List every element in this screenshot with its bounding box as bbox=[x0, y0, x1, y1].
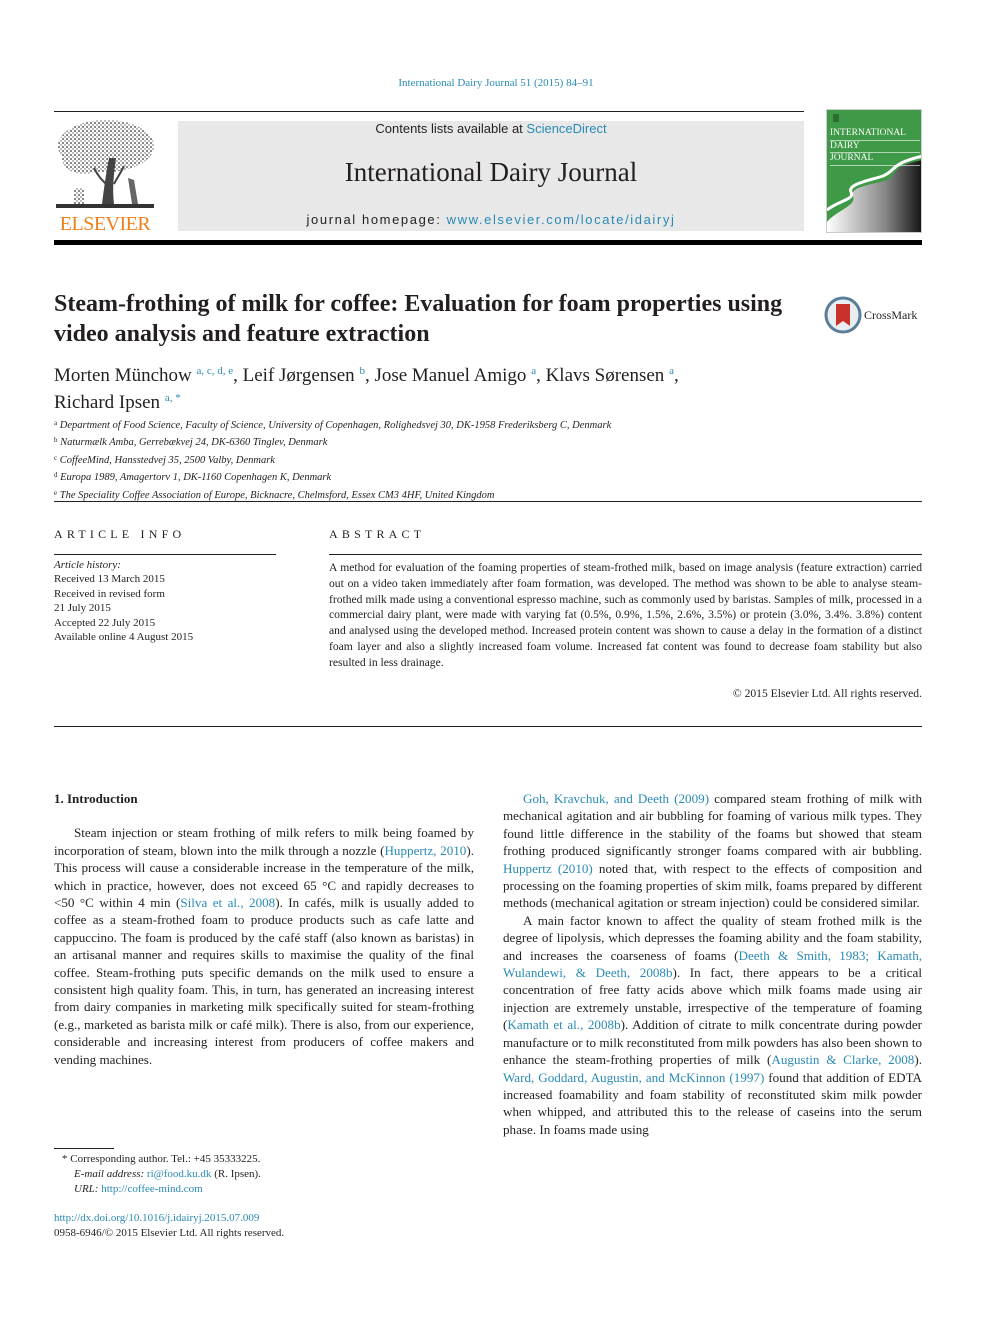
affiliation-key: e bbox=[54, 488, 58, 497]
crossmark-button[interactable]: CrossMark bbox=[824, 296, 924, 336]
author-name: Richard Ipsen bbox=[54, 392, 161, 413]
author-name: Morten Münchow bbox=[54, 365, 192, 386]
affiliation: b Naturmælk Amba, Gerrebækvej 24, DK-636… bbox=[54, 433, 924, 450]
history-entry: Accepted 22 July 2015 bbox=[54, 616, 156, 629]
author-affiliation-marks[interactable]: a, c, d, e bbox=[196, 365, 233, 377]
abstract-text: A method for evaluation of the foaming p… bbox=[329, 561, 922, 669]
affiliation: a Department of Food Science, Faculty of… bbox=[54, 416, 924, 433]
author[interactable]: Morten Münchow a, c, d, e bbox=[54, 365, 233, 386]
citation-link[interactable]: Huppertz, 2010 bbox=[384, 843, 466, 858]
history-entry: Available online 4 August 2015 bbox=[54, 631, 194, 644]
affiliation-list: a Department of Food Science, Faculty of… bbox=[54, 416, 924, 503]
citation-link[interactable]: Kamath et al., 2008b bbox=[507, 1017, 620, 1032]
masthead-rule-top bbox=[54, 111, 804, 112]
homepage-link[interactable]: www.elsevier.com/locate/idairyj bbox=[447, 212, 676, 227]
history-entry: 21 July 2015 bbox=[54, 602, 111, 615]
journal-name: International Dairy Journal bbox=[344, 157, 638, 187]
article-info-heading: ARTICLE INFO bbox=[54, 527, 186, 541]
email-note: E-mail address: ri@food.ku.dk (R. Ipsen)… bbox=[62, 1167, 462, 1182]
journal-cover-thumbnail[interactable]: INTERNATIONAL DAIRY JOURNAL bbox=[826, 109, 922, 233]
text-run: ). In cafés, milk is usually added to co… bbox=[54, 895, 474, 1067]
citation-link[interactable]: Augustin & Clarke, 2008 bbox=[771, 1052, 914, 1067]
elsevier-wordmark: ELSEVIER bbox=[59, 213, 151, 235]
affiliation-key: b bbox=[54, 436, 58, 445]
affiliation-key: d bbox=[54, 471, 58, 480]
url-label: URL: bbox=[74, 1183, 99, 1195]
author-affiliation-marks[interactable]: a, * bbox=[165, 392, 181, 404]
article-history: Article history: Received 13 March 2015 … bbox=[54, 558, 284, 644]
abstract-heading: ABSTRACT bbox=[329, 527, 426, 541]
section-heading: 1. Introduction bbox=[54, 791, 138, 806]
affiliation-text: The Speciality Coffee Association of Eur… bbox=[59, 489, 495, 501]
contents-prefix: Contents lists available at bbox=[375, 121, 527, 136]
author[interactable]: Richard Ipsen a, * bbox=[54, 392, 181, 413]
author[interactable]: Jose Manuel Amigo a bbox=[374, 365, 536, 386]
corresponding-author-note: * Corresponding author. Tel.: +45 353332… bbox=[62, 1153, 261, 1165]
abstract-copyright: © 2015 Elsevier Ltd. All rights reserved… bbox=[732, 687, 922, 700]
footnotes: * Corresponding author. Tel.: +45 353332… bbox=[62, 1152, 462, 1197]
body-column-right: Goh, Kravchuk, and Deeth (2009) compared… bbox=[503, 790, 922, 1138]
crossmark-icon bbox=[824, 296, 862, 334]
article-history-title: Article history: bbox=[54, 559, 121, 571]
divider bbox=[54, 726, 922, 727]
body-paragraph: A main factor known to affect the qualit… bbox=[503, 912, 922, 1138]
citation-link[interactable]: Silva et al., 2008 bbox=[180, 895, 275, 910]
affiliation-text: Department of Food Science, Faculty of S… bbox=[59, 420, 612, 431]
author-separator: , bbox=[364, 365, 375, 386]
body-paragraph: Steam injection or steam frothing of mil… bbox=[54, 824, 474, 1068]
email-label: E-mail address: bbox=[74, 1168, 145, 1180]
author-name: Jose Manuel Amigo bbox=[374, 365, 527, 386]
citation-link[interactable]: Huppertz (2010) bbox=[503, 861, 593, 876]
crossmark-label: CrossMark bbox=[864, 308, 918, 322]
history-entry: Received 13 March 2015 bbox=[54, 573, 165, 586]
cover-title-line: INTERNATIONAL bbox=[830, 128, 920, 141]
history-entry: Received in revised form bbox=[54, 587, 165, 600]
doi-block: http://dx.doi.org/10.1016/j.idairyj.2015… bbox=[54, 1211, 454, 1241]
author-separator: , bbox=[233, 365, 243, 386]
cover-title-line: DAIRY bbox=[830, 141, 920, 153]
affiliation-key: a bbox=[54, 419, 58, 427]
author[interactable]: Klavs Sørensen a bbox=[546, 365, 674, 386]
sciencedirect-link[interactable]: ScienceDirect bbox=[526, 121, 606, 136]
cover-title: INTERNATIONAL DAIRY JOURNAL bbox=[830, 128, 920, 166]
elsevier-logo[interactable]: ELSEVIER bbox=[54, 118, 156, 236]
citation-link[interactable]: Goh, Kravchuk, and Deeth (2009) bbox=[523, 791, 709, 806]
author-separator: , bbox=[673, 365, 679, 386]
elsevier-tree-icon bbox=[56, 120, 154, 208]
text-run: ). bbox=[914, 1052, 922, 1068]
url-link[interactable]: http://coffee-mind.com bbox=[101, 1183, 203, 1195]
running-head[interactable]: International Dairy Journal 51 (2015) 84… bbox=[0, 77, 992, 89]
affiliation: c CoffeeMind, Hansstedvej 35, 2500 Valby… bbox=[54, 451, 924, 468]
author-name: Leif Jørgensen bbox=[242, 365, 355, 386]
affiliation: d Europa 1989, Amagertorv 1, DK-1160 Cop… bbox=[54, 468, 924, 485]
cover-title-line: JOURNAL bbox=[830, 153, 920, 166]
body-column-left: 1. Introduction Steam injection or steam… bbox=[54, 790, 474, 1068]
divider bbox=[329, 554, 922, 555]
homepage-line: journal homepage: www.elsevier.com/locat… bbox=[178, 212, 804, 227]
url-note: URL: http://coffee-mind.com bbox=[62, 1182, 462, 1197]
affiliation-key: c bbox=[54, 453, 58, 462]
affiliation-text: Naturmælk Amba, Gerrebækvej 24, DK-6360 … bbox=[60, 437, 328, 449]
masthead-box: Contents lists available at ScienceDirec… bbox=[178, 121, 804, 231]
author-name: Klavs Sørensen bbox=[545, 365, 665, 386]
email-suffix: (R. Ipsen). bbox=[211, 1168, 261, 1180]
divider bbox=[54, 554, 276, 555]
issn-copyright: 0958-6946/© 2015 Elsevier Ltd. All right… bbox=[54, 1227, 285, 1239]
footnote-rule bbox=[54, 1148, 114, 1149]
author-list: Morten Münchow a, c, d, e, Leif Jørgense… bbox=[54, 360, 914, 414]
contents-line: Contents lists available at ScienceDirec… bbox=[178, 121, 804, 136]
homepage-prefix: journal homepage: bbox=[306, 212, 447, 227]
doi-link[interactable]: http://dx.doi.org/10.1016/j.idairyj.2015… bbox=[54, 1211, 454, 1226]
divider bbox=[54, 501, 922, 502]
affiliation-text: CoffeeMind, Hansstedvej 35, 2500 Valby, … bbox=[59, 454, 275, 466]
masthead-rule-bottom bbox=[54, 240, 922, 245]
author[interactable]: Leif Jørgensen b bbox=[243, 365, 365, 386]
body-paragraph: Goh, Kravchuk, and Deeth (2009) compared… bbox=[503, 790, 922, 912]
affiliation-text: Europa 1989, Amagertorv 1, DK-1160 Copen… bbox=[60, 472, 332, 484]
citation-link[interactable]: Ward, Goddard, Augustin, and McKinnon (1… bbox=[503, 1070, 764, 1085]
author-separator: , bbox=[536, 365, 546, 386]
article-title: Steam-frothing of milk for coffee: Evalu… bbox=[54, 291, 783, 347]
email-link[interactable]: ri@food.ku.dk bbox=[147, 1168, 212, 1180]
